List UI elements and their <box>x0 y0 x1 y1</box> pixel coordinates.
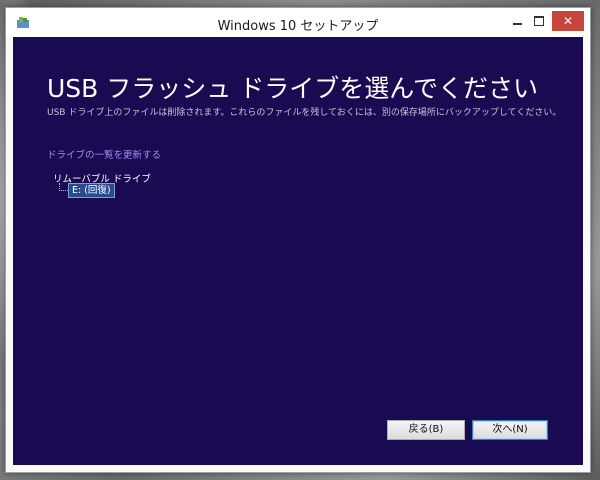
setup-content-area: USB フラッシュ ドライブを選んでください USB ドライブ上のファイルは削除… <box>13 37 583 465</box>
page-title: USB フラッシュ ドライブを選んでください <box>47 74 538 103</box>
minimize-icon <box>512 23 522 25</box>
page-subtitle: USB ドライブ上のファイルは削除されます。これらのファイルを残しておくには、別… <box>47 108 562 118</box>
maximize-button[interactable] <box>528 11 550 31</box>
minimize-button[interactable] <box>506 11 528 31</box>
setup-window: Windows 10 セットアップ ✕ USB フラッシュ ドライブを選んでくだ… <box>5 7 591 473</box>
window-title: Windows 10 セットアップ <box>217 19 379 34</box>
back-button[interactable]: 戻る(B) <box>387 420 465 440</box>
close-button[interactable]: ✕ <box>552 11 584 31</box>
title-bar[interactable]: Windows 10 セットアップ ✕ <box>6 8 590 37</box>
tree-connector-line <box>59 183 68 191</box>
close-icon: ✕ <box>562 14 574 28</box>
tree-item-drive-e[interactable]: E: (回復) <box>68 183 115 198</box>
next-button[interactable]: 次へ(N) <box>472 420 548 440</box>
maximize-icon <box>534 16 544 26</box>
refresh-drive-list-link[interactable]: ドライブの一覧を更新する <box>47 147 161 161</box>
